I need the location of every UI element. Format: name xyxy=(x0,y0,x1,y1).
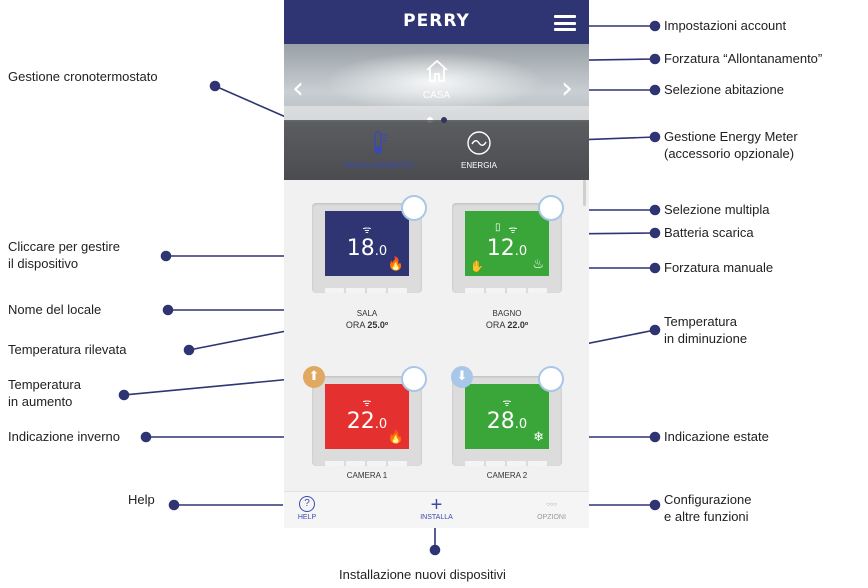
wifi-icon: ᯤ xyxy=(508,225,518,236)
multi-select-toggle[interactable] xyxy=(401,195,427,221)
annotation-temp-diminuzione: Temperatura in diminuzione xyxy=(664,314,748,346)
hamburger-menu-icon[interactable] xyxy=(554,15,576,31)
annotation-batteria-scarica: Batteria scarica xyxy=(664,225,754,240)
flame-icon: 🔥 xyxy=(387,257,404,272)
room-name: SALA xyxy=(356,309,378,318)
options-button[interactable]: ○○○ OPZIONI xyxy=(529,496,574,521)
annotation-cronotermostato: Gestione cronotermostato xyxy=(8,69,158,84)
home-icon[interactable] xyxy=(424,58,450,84)
annotation-forzatura-manuale: Forzatura manuale xyxy=(664,260,774,275)
room-name: CAMERA 2 xyxy=(486,471,528,480)
options-label: OPZIONI xyxy=(537,514,566,521)
annotation-cliccare: Cliccare per gestire il dispositivo xyxy=(8,239,120,271)
annotation-help: Help xyxy=(128,492,155,507)
multi-select-toggle[interactable] xyxy=(538,366,564,392)
annotation-allontanamento: Forzatura “Allontanamento” xyxy=(664,51,823,66)
annotation-selezione-abitazione: Selezione abitazione xyxy=(664,82,784,97)
annotation-impostazioni: Impostazioni account xyxy=(664,18,787,33)
thermostat-screen: ᯤ 22.0 🔥 xyxy=(325,384,409,449)
thermostat-screen: ᯤ 28.0 ❄ xyxy=(465,384,549,449)
temperature-rising-icon: ⬆ xyxy=(303,366,325,388)
thermostat-screen: ▯ ᯤ 12.0 ✋ ♨ xyxy=(465,211,549,276)
tab-energia-label: ENERGIA xyxy=(460,161,497,170)
tab-energia[interactable]: ENERGIA xyxy=(424,120,534,180)
thermostat-screen: ᯤ 18.0 🔥 xyxy=(325,211,409,276)
top-bar: PERRY xyxy=(284,0,589,44)
annotation-selezione-multipla: Selezione multipla xyxy=(664,202,770,217)
function-tabs: RISCALDAMENTO ENERGIA xyxy=(284,120,589,180)
tab-riscaldamento[interactable]: RISCALDAMENTO xyxy=(324,120,434,180)
help-button[interactable]: ? HELP xyxy=(292,496,322,521)
scrollbar[interactable] xyxy=(583,180,586,206)
tab-riscaldamento-label: RISCALDAMENTO xyxy=(344,161,414,170)
multi-select-toggle[interactable] xyxy=(401,366,427,392)
snowflake-icon: ❄ xyxy=(533,430,544,445)
manual-override-icon: ✋ xyxy=(470,260,484,273)
help-icon: ? xyxy=(299,496,315,512)
annotation-temp-rilevata: Temperatura rilevata xyxy=(8,342,127,357)
annotation-energy-meter: Gestione Energy Meter (accessorio opziona… xyxy=(664,129,798,161)
home-selector-banner: ‹ › CASA RISCALDAMENTO ENERGIA xyxy=(284,44,589,180)
thermometer-icon xyxy=(374,131,387,154)
install-button[interactable]: + INSTALLA xyxy=(409,494,464,521)
help-label: HELP xyxy=(297,514,317,521)
temperature-falling-icon: ⬇ xyxy=(451,366,473,388)
more-dots-icon: ○○○ xyxy=(546,502,557,508)
multi-select-toggle[interactable] xyxy=(538,195,564,221)
annotation-installazione: Installazione nuovi dispositivi xyxy=(339,567,506,582)
annotation-temp-aumento: Temperatura in aumento xyxy=(8,377,81,409)
app-screen: PERRY ‹ › CASA RISCALDAMENTO ENERGIA ᯤ 1… xyxy=(284,0,589,528)
room-name: BAGNO xyxy=(492,309,522,318)
annotation-inverno: Indicazione inverno xyxy=(8,429,121,444)
plus-icon: + xyxy=(430,494,443,516)
install-label: INSTALLA xyxy=(420,514,453,521)
flame-icon: 🔥 xyxy=(387,430,404,445)
annotation-estate: Indicazione estate xyxy=(664,429,769,444)
annotation-configurazione: Configurazione e altre funzioni xyxy=(664,492,752,524)
flame-icon: ♨ xyxy=(532,257,544,272)
energy-meter-icon xyxy=(467,131,491,155)
home-name: CASA xyxy=(422,90,451,101)
room-name: CAMERA 1 xyxy=(346,471,388,480)
wifi-icon: ᯤ xyxy=(502,398,512,409)
bottom-navigation: ? HELP + INSTALLA ○○○ OPZIONI xyxy=(284,491,589,528)
current-temperature: ORA 25.0º xyxy=(345,320,389,330)
current-temperature: ORA 22.0º xyxy=(485,320,529,330)
wifi-icon: ᯤ xyxy=(362,398,372,409)
wifi-icon: ᯤ xyxy=(362,225,372,236)
app-logo: PERRY xyxy=(403,11,470,31)
annotation-nome-locale: Nome del locale xyxy=(8,302,102,317)
